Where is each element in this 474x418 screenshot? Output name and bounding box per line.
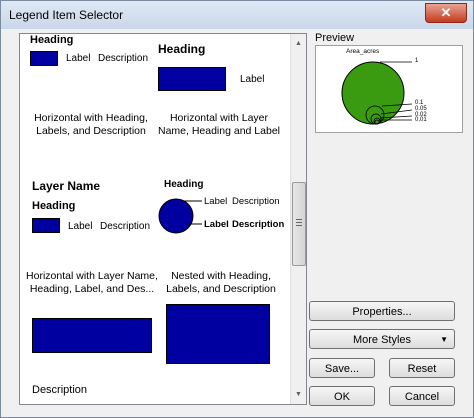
item2-color-patch — [158, 67, 226, 91]
legend-style-gallery[interactable]: Heading Label Description Horizontal wit… — [19, 33, 307, 405]
legend-item-selector-dialog: Legend Item Selector ✕ Heading Label Des… — [0, 0, 474, 418]
item2-caption: Horizontal with Layer Name, Heading and … — [157, 112, 280, 137]
gallery-scrollbar[interactable]: ▲ ▼ — [290, 34, 306, 404]
preview-class-label-1: 1 — [415, 58, 419, 64]
item1-label: Label — [66, 53, 91, 64]
save-button[interactable]: Save... — [309, 358, 375, 378]
item4-heading: Heading — [164, 179, 204, 190]
thumb-grip — [296, 222, 302, 223]
reset-button[interactable]: Reset — [389, 358, 455, 378]
properties-button[interactable]: Properties... — [309, 301, 455, 321]
item7-caption: Description — [32, 384, 88, 396]
thumb-grip — [296, 225, 302, 226]
graduated-symbol-preview — [341, 61, 413, 125]
item6-color-patch — [166, 304, 270, 364]
dropdown-arrow-icon: ▼ — [440, 335, 448, 344]
item3-heading: Heading — [32, 200, 76, 212]
cancel-button[interactable]: Cancel — [389, 386, 455, 406]
item4-label-2: Label — [204, 219, 229, 230]
preview-label: Preview — [315, 32, 355, 44]
scroll-up-arrow-icon[interactable]: ▲ — [291, 36, 306, 51]
scroll-thumb[interactable] — [292, 182, 306, 266]
item3-color-patch — [32, 218, 60, 233]
item2-heading: Heading — [158, 42, 206, 56]
item4-description-2: Description — [232, 219, 285, 230]
close-icon: ✕ — [440, 5, 452, 20]
preview-class-label-5: 0.01 — [415, 117, 427, 123]
scroll-down-arrow-icon[interactable]: ▼ — [291, 387, 306, 402]
item3-layer-name: Layer Name — [32, 179, 101, 193]
more-styles-button[interactable]: More Styles ▼ — [309, 329, 455, 349]
more-styles-label: More Styles — [352, 334, 412, 346]
ok-button[interactable]: OK — [309, 386, 375, 406]
item1-color-patch — [30, 51, 58, 66]
item4-caption: Nested with Heading, Labels, and Descrip… — [166, 270, 276, 295]
window-title: Legend Item Selector — [9, 8, 124, 22]
item3-description: Description — [100, 221, 151, 232]
item4-label-1: Label — [204, 196, 228, 207]
item2-label: Label — [240, 74, 265, 85]
item1-heading: Heading — [30, 34, 74, 46]
item1-description: Description — [98, 53, 149, 64]
close-button[interactable]: ✕ — [425, 3, 467, 23]
item1-caption: Horizontal with Heading, Labels, and Des… — [34, 112, 148, 137]
preview-box: Area_acres 1 0.1 0.05 0.02 0.01 — [315, 45, 463, 133]
item3-caption: Horizontal with Layer Name, Heading, Lab… — [26, 270, 158, 295]
item5-color-patch — [32, 318, 152, 353]
dialog-client-area: Heading Label Description Horizontal wit… — [7, 29, 467, 411]
thumb-grip — [296, 219, 302, 220]
item4-description-1: Description — [232, 196, 280, 207]
title-bar: Legend Item Selector ✕ — [1, 1, 473, 29]
item3-label: Label — [68, 221, 93, 232]
